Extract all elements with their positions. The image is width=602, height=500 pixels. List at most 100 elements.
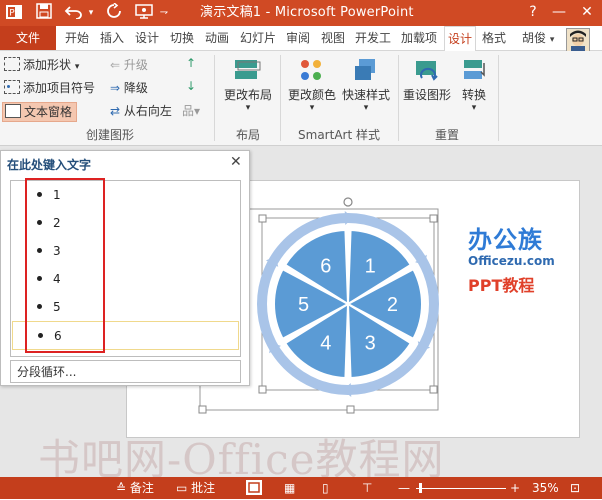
chevron-down-icon: ▾ (245, 103, 251, 113)
tab-slideshow[interactable]: 幻灯片 (237, 26, 279, 50)
tab-view[interactable]: 视图 (318, 26, 348, 50)
zoom-out-button[interactable]: — (398, 479, 410, 497)
tab-animations[interactable]: 动画 (202, 26, 232, 50)
resize-handle[interactable] (429, 385, 438, 394)
zoom-level[interactable]: 35% (532, 479, 559, 497)
avatar[interactable] (566, 28, 590, 52)
notes-label: 备注 (129, 481, 154, 495)
customize-qat-icon[interactable]: ⇁ (158, 3, 170, 23)
undo-icon[interactable] (62, 3, 86, 23)
close-button[interactable]: ✕ (574, 2, 600, 22)
tab-developer[interactable]: 开发工 (352, 26, 394, 50)
cycle-segment-label: 2 (387, 294, 398, 316)
tab-home[interactable]: 开始 (62, 26, 92, 50)
quick-styles-button[interactable]: 快速样式 ▾ (338, 57, 394, 113)
quick-styles-label: 快速样式 (341, 88, 390, 102)
undo-dropdown-icon[interactable]: ▾ (86, 3, 96, 23)
tab-format[interactable]: 格式 (479, 26, 509, 50)
comment-icon: ▭ (176, 481, 188, 495)
user-account[interactable]: 胡俊 ▾ (522, 26, 554, 50)
zoom-slider-thumb[interactable] (419, 483, 422, 493)
resize-handle[interactable] (429, 214, 438, 223)
text-pane-title: 在此处键入文字 (7, 158, 92, 172)
annotation-red-box (25, 178, 105, 353)
resize-handle[interactable] (346, 405, 355, 414)
normal-view-icon[interactable] (246, 480, 262, 495)
officezu-logo: 办公族 Officezu.com PPT教程 (468, 226, 564, 296)
add-bullet-button[interactable]: 添加项目符号 (4, 79, 95, 97)
promote-button[interactable]: ⇐ 升级 (110, 56, 148, 74)
redo-icon[interactable] (104, 2, 124, 23)
tab-addins[interactable]: 加载项 (398, 26, 440, 50)
group-divider (280, 55, 281, 141)
convert-icon (459, 57, 489, 83)
save-icon[interactable] (34, 3, 54, 23)
slide-sorter-icon[interactable]: ▦ (284, 479, 295, 497)
arrow-right-icon: ⇒ (110, 81, 121, 95)
reset-graphic-label: 重设图形 (402, 88, 451, 102)
ribbon: 添加形状 ▾ 添加项目符号 文本窗格 ⇐ 升级 ⇒ 降级 ⇄ 从右向左 ↑ ↓ … (0, 51, 602, 146)
promote-label: 升级 (123, 58, 148, 72)
help-button[interactable]: ? (520, 2, 546, 22)
right-to-left-button[interactable]: ⇄ 从右向左 (110, 102, 172, 120)
tab-transitions[interactable]: 切换 (167, 26, 197, 50)
slideshow-view-icon[interactable]: ⊤ (362, 479, 372, 497)
comments-button[interactable]: ▭ 批注 (176, 479, 215, 497)
close-icon[interactable]: ✕ (230, 154, 242, 170)
convert-button[interactable]: 转换 ▾ (454, 57, 494, 113)
group-label-create-graphic: 创建图形 (85, 128, 134, 142)
svg-text:P: P (9, 9, 15, 19)
layout-org-icon[interactable]: 品▾ (182, 102, 200, 119)
tab-insert[interactable]: 插入 (97, 26, 127, 50)
slideshow-icon[interactable] (134, 3, 154, 23)
layout-name-text: 分段循环... (17, 365, 77, 379)
powerpoint-logo-icon: P (4, 3, 24, 23)
right-to-left-icon: ⇄ (110, 104, 121, 118)
text-pane-button[interactable]: 文本窗格 (2, 102, 78, 122)
text-pane-icon (5, 104, 21, 118)
chevron-down-icon: ▾ (363, 103, 369, 113)
change-layout-label: 更改布局 (223, 88, 272, 102)
demote-button[interactable]: ⇒ 降级 (110, 79, 148, 97)
add-shape-button[interactable]: 添加形状 ▾ (4, 56, 79, 76)
smartart-layout-name[interactable]: 分段循环... (10, 360, 241, 383)
add-shape-icon (4, 57, 20, 71)
reset-graphic-button[interactable]: 重设图形 (400, 57, 454, 103)
tab-smartart-design[interactable]: 设计 (444, 26, 476, 52)
logo-site: Officezu.com (468, 254, 555, 268)
chevron-down-icon: ▾ (549, 35, 555, 45)
tab-file[interactable]: 文件 (0, 26, 56, 50)
resize-handle[interactable] (198, 405, 207, 414)
logo-brand: 办公族 (468, 226, 543, 254)
tab-design[interactable]: 设计 (132, 26, 162, 50)
status-bar: ≙ 备注 ▭ 批注 ▦ ▯ ⊤ — + 35% ⊡ (0, 477, 602, 499)
add-bullet-icon (4, 80, 20, 94)
fit-to-window-icon[interactable]: ⊡ (570, 479, 580, 497)
cycle-segment-label: 1 (365, 256, 376, 278)
resize-handle[interactable] (258, 214, 267, 223)
ribbon-tabs: 文件 开始 插入 设计 切换 动画 幻灯片 审阅 视图 开发工 加载项 设计 格… (0, 26, 602, 52)
right-to-left-label: 从右向左 (123, 104, 172, 118)
change-colors-icon (297, 57, 327, 83)
change-colors-button[interactable]: 更改颜色 ▾ (284, 57, 340, 113)
zoom-slider[interactable] (416, 483, 506, 493)
change-layout-button[interactable]: 更改布局 ▾ (220, 57, 276, 113)
cycle-segments: 123 456 (273, 229, 423, 379)
resize-handle[interactable] (258, 385, 267, 394)
convert-label: 转换 (461, 88, 486, 102)
chevron-down-icon: ▾ (309, 103, 315, 113)
rotate-handle-icon[interactable] (343, 197, 353, 207)
reading-view-icon[interactable]: ▯ (322, 479, 329, 497)
move-down-icon[interactable]: ↓ (186, 79, 196, 93)
minimize-button[interactable]: — (546, 2, 572, 22)
notes-button[interactable]: ≙ 备注 (116, 479, 154, 497)
zoom-in-button[interactable]: + (510, 479, 520, 497)
tab-review[interactable]: 审阅 (283, 26, 313, 50)
add-shape-label: 添加形状 (23, 58, 72, 72)
move-up-icon[interactable]: ↑ (186, 56, 196, 70)
group-divider (498, 55, 499, 141)
add-bullet-label: 添加项目符号 (23, 81, 96, 95)
chevron-down-icon: ▾ (471, 103, 477, 113)
logo-tag: PPT教程 (468, 276, 535, 295)
group-divider (398, 55, 399, 141)
